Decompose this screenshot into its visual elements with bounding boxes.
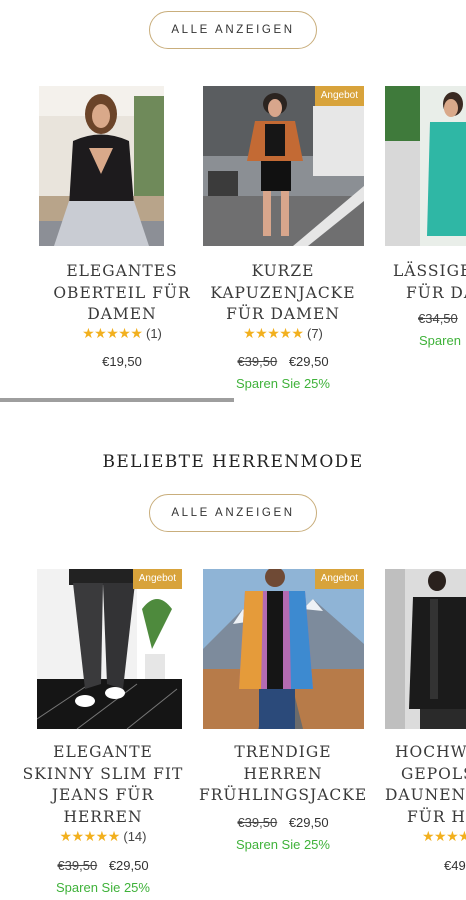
star-rating-icon: ★★★★★ [422,828,466,844]
product-rating: ★★★★★ [422,828,466,845]
product-image[interactable] [385,569,466,729]
title-line: HERREN [63,807,143,826]
product-title[interactable]: TRENDIGE HERREN FRÜHLINGSJACKE [199,742,367,807]
product-price: €34,50 [418,311,466,326]
title-line: LÄSSIGE [393,262,466,280]
show-all-men-button[interactable]: ALLE ANZEIGEN [149,494,317,532]
product-image[interactable]: Angebot [37,569,182,729]
product-image[interactable] [385,86,466,246]
title-line: FÜR HE [407,807,466,826]
title-line: KAPUZENJACKE [210,283,356,302]
show-all-women-button[interactable]: ALLE ANZEIGEN [149,11,317,49]
title-line: ELEGANTES [66,262,178,280]
show-all-label: ALLE ANZEIGEN [171,24,295,36]
title-line: HERREN [243,764,323,783]
section-heading: BELIEBTE HERRENMODE [102,452,364,472]
current-price: €19,50 [102,354,142,369]
product-price: €49 [444,858,466,873]
title-line: FÜR DAMEN [226,305,340,323]
rating-count: (7) [307,326,323,341]
savings-text: Sparen [419,333,461,348]
product-rating: ★★★★★ (7) [199,325,367,342]
product-title[interactable]: LÄSSIGE FÜR DA [385,261,466,304]
product-image[interactable]: Angebot [203,86,364,246]
product-rating: ★★★★★ (14) [19,828,187,845]
star-rating-icon: ★★★★★ [59,828,120,844]
title-line: SKINNY SLIM FIT [22,764,184,783]
title-line: KURZE [251,262,315,280]
product-title[interactable]: KURZE KAPUZENJACKE FÜR DAMEN [199,261,367,326]
product-image[interactable] [39,86,164,246]
savings-text: Sparen Sie 25% [56,880,150,895]
original-price: €34,50 [418,311,458,326]
star-rating-icon: ★★★★★ [243,325,304,341]
show-all-label: ALLE ANZEIGEN [171,507,295,519]
title-line: FRÜHLINGSJACKE [199,786,368,804]
current-price: €29,50 [108,858,149,873]
carousel-scrollbar[interactable] [0,398,234,402]
product-price: €39,50 €29,50 [19,858,187,873]
product-price: €19,50 [38,354,206,369]
star-rating-icon: ★★★★★ [82,325,143,341]
original-price: €39,50 [237,354,278,369]
product-card[interactable]: LÄSSIGE FÜR DA €34,50 Sparen [385,86,466,376]
sale-badge: Angebot [314,569,364,589]
current-price: €29,50 [288,354,329,369]
title-line: HOCHW [395,743,466,761]
title-line: TRENDIGE [234,743,332,761]
savings-text: Sparen Sie 25% [236,376,330,391]
title-line: ELEGANTE [53,743,153,761]
title-line: DAMEN [87,305,157,323]
original-price: €39,50 [57,858,98,873]
title-line: DAUNENW [385,786,466,804]
current-price: €29,50 [288,815,329,830]
product-card[interactable]: HOCHW GEPOLS DAUNENW FÜR HE ★★★★★ €49 [385,569,466,889]
original-price: €39,50 [237,815,278,830]
product-title[interactable]: ELEGANTES OBERTEIL FÜR DAMEN [38,261,206,326]
product-price: €39,50 €29,50 [199,354,367,369]
title-line: OBERTEIL FÜR [53,283,191,302]
rating-count: (14) [123,829,147,844]
product-rating: ★★★★★ (1) [38,325,206,342]
product-title[interactable]: ELEGANTE SKINNY SLIM FIT JEANS FÜR HERRE… [19,742,187,828]
sale-badge: Angebot [132,569,182,589]
product-image[interactable]: Angebot [203,569,364,729]
current-price: €49 [444,858,466,873]
product-title[interactable]: HOCHW GEPOLS DAUNENW FÜR HE [385,742,466,828]
product-price: €39,50 €29,50 [199,815,367,830]
title-line: FÜR DA [406,283,466,302]
sale-badge: Angebot [314,86,364,106]
rating-count: (1) [146,326,162,341]
title-line: JEANS FÜR [51,786,155,804]
savings-text: Sparen Sie 25% [236,837,330,852]
title-line: GEPOLS [401,764,466,783]
